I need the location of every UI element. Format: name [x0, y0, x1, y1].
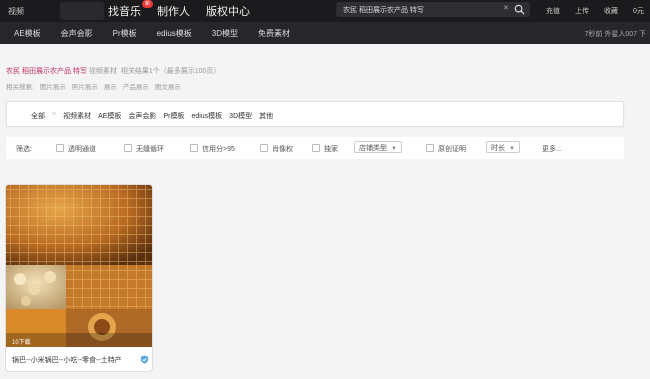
- search-input[interactable]: 农民 稻田展示农产品 特写: [343, 5, 424, 15]
- filter-exclusive[interactable]: 独家: [312, 144, 338, 154]
- more-filters-link[interactable]: 更多...: [542, 144, 562, 154]
- tab-ae-template[interactable]: AE模板: [98, 111, 121, 121]
- checkbox[interactable]: [124, 144, 132, 152]
- checkbox-label: 独家: [324, 146, 338, 153]
- nav-find-music[interactable]: 找音乐 新: [108, 0, 153, 19]
- chevron-down-icon: ▼: [391, 146, 397, 152]
- category-pr-template[interactable]: Pr模板: [113, 28, 137, 39]
- activity-ticker: 7秒前 外星人007 下: [584, 31, 646, 38]
- recharge-link[interactable]: 充值: [546, 6, 560, 16]
- category-free-material[interactable]: 免费素材: [258, 28, 290, 39]
- checkbox[interactable]: [56, 144, 64, 152]
- favorites-link[interactable]: 收藏: [604, 6, 618, 16]
- checkbox-label: 原创证明: [438, 146, 466, 153]
- tab-video-material[interactable]: 视频素材: [63, 111, 91, 121]
- tab-all[interactable]: 全部: [31, 111, 45, 121]
- duration-select[interactable]: 时长 ▼: [486, 141, 520, 153]
- tab-3d-model[interactable]: 3D模型: [229, 111, 252, 121]
- result-query: 农民 稻田展示农产品 特写: [6, 68, 87, 75]
- checkbox[interactable]: [426, 144, 434, 152]
- breadcrumb-separator: >: [52, 111, 57, 118]
- related-item[interactable]: 图片展示: [40, 81, 66, 91]
- filter-seamless-loop[interactable]: 无缝循环: [124, 144, 164, 154]
- type-filter-box: 全部 > 视频素材 AE模板 会声会影 Pr模板 edius模板 3D模型 其他: [6, 101, 624, 127]
- tab-other[interactable]: 其他: [259, 111, 273, 121]
- checkbox-label: 无缝循环: [136, 146, 164, 153]
- verified-shield-icon: [140, 355, 149, 364]
- filter-label: 筛选:: [16, 146, 32, 153]
- balance-link[interactable]: 0元: [633, 6, 644, 16]
- main-nav: 找音乐 新 制作人 版权中心: [108, 0, 250, 19]
- card-title[interactable]: 锅巴--小米锅巴--小吃--零食--土特产: [12, 355, 122, 365]
- checkbox-label: 信用分>95: [202, 146, 235, 153]
- category-ae-template[interactable]: AE模板: [14, 28, 41, 39]
- search-result-summary: 农民 稻田展示农产品 特写 视频素材 相关结果1个（最多展示100页）: [6, 66, 220, 76]
- tab-pr-template[interactable]: Pr模板: [163, 111, 184, 121]
- video-link[interactable]: 视频: [8, 6, 24, 17]
- chevron-down-icon: ▼: [509, 146, 515, 152]
- checkbox-label: 肖像权: [272, 146, 293, 153]
- result-card[interactable]: 10下载 锅巴--小米锅巴--小吃--零食--土特产: [5, 184, 153, 372]
- checkbox[interactable]: [312, 144, 320, 152]
- related-item[interactable]: 产品展示: [123, 81, 149, 91]
- filter-portrait-rights[interactable]: 肖像权: [260, 144, 293, 154]
- related-item[interactable]: 照片展示: [72, 81, 98, 91]
- filter-credit-score[interactable]: 信用分>95: [190, 144, 235, 154]
- download-count: 10下载: [12, 340, 31, 346]
- tab-huisheng[interactable]: 会声会影: [128, 111, 156, 121]
- search-box[interactable]: 农民 稻田展示农产品 特写 ✕: [336, 2, 530, 17]
- upload-link[interactable]: 上传: [575, 6, 589, 16]
- nav-copyright-center[interactable]: 版权中心: [206, 3, 250, 19]
- filter-transparent-channel[interactable]: 透明通道: [56, 144, 96, 154]
- new-badge: 新: [141, 0, 153, 8]
- result-type: 视频素材: [88, 68, 117, 75]
- clear-search-icon[interactable]: ✕: [502, 5, 510, 13]
- category-bar: AE模板 会声会影 Pr模板 edius模板 3D模型 免费素材 7秒前 外星人…: [0, 22, 650, 44]
- related-item[interactable]: 展示: [104, 81, 117, 91]
- search-icon[interactable]: [514, 4, 525, 15]
- filter-options-row: 筛选: 透明通道 无缝循环 信用分>95 肖像权 独家 店铺类型 ▼ 原创证明 时…: [6, 137, 624, 159]
- result-count: 相关结果1个（最多展示100页）: [120, 68, 221, 75]
- related-label: 相关搜索:: [6, 84, 34, 91]
- category-huisheng[interactable]: 会声会影: [61, 28, 93, 39]
- store-type-select[interactable]: 店铺类型 ▼: [354, 141, 402, 153]
- related-item[interactable]: 图文展示: [155, 81, 181, 91]
- checkbox[interactable]: [190, 144, 198, 152]
- filter-original-cert[interactable]: 原创证明: [426, 144, 466, 154]
- category-list: AE模板 会声会影 Pr模板 edius模板 3D模型 免费素材: [14, 28, 290, 39]
- site-logo[interactable]: [60, 2, 104, 20]
- category-edius-template[interactable]: edius模板: [157, 28, 192, 39]
- select-label: 店铺类型: [359, 145, 387, 152]
- nav-find-music-label: 找音乐: [108, 6, 141, 18]
- top-navigation-bar: 视频 找音乐 新 制作人 版权中心 农民 稻田展示农产品 特写 ✕ 充值 上传 …: [0, 0, 650, 22]
- nav-producer[interactable]: 制作人: [157, 3, 190, 19]
- select-label: 时长: [491, 145, 505, 152]
- user-links: 充值 上传 收藏 0元: [546, 6, 644, 16]
- type-filter-tabs: 全部 > 视频素材 AE模板 会声会影 Pr模板 edius模板 3D模型 其他: [31, 111, 273, 121]
- video-thumbnail[interactable]: [6, 185, 153, 347]
- tab-edius-template[interactable]: edius模板: [191, 111, 222, 121]
- checkbox[interactable]: [260, 144, 268, 152]
- related-searches: 相关搜索: 图片展示 照片展示 展示 产品展示 图文展示: [6, 81, 181, 91]
- category-3d-model[interactable]: 3D模型: [212, 28, 238, 39]
- checkbox-label: 透明通道: [68, 146, 96, 153]
